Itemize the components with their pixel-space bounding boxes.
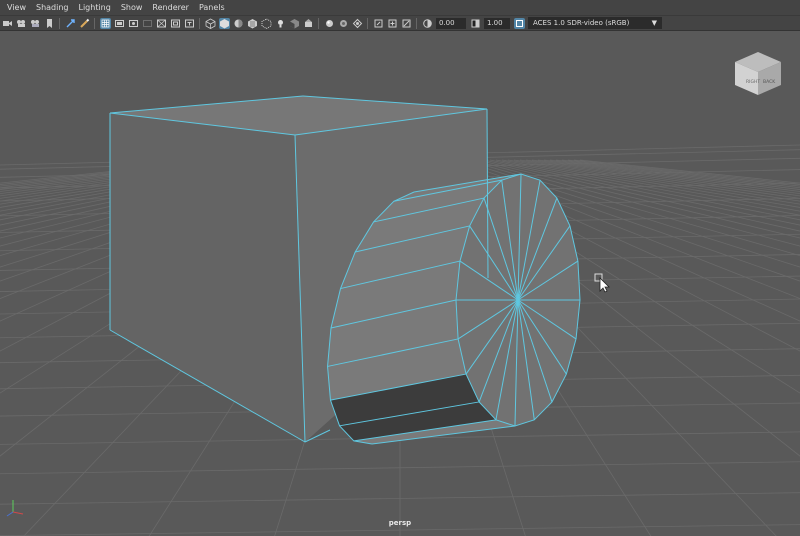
bookmark-camera-icon[interactable]	[30, 18, 41, 29]
toolbar-separator	[199, 17, 200, 29]
exposure-input[interactable]: 0.00	[436, 17, 466, 29]
toolbar-separator	[416, 17, 417, 29]
menu-view[interactable]: View	[0, 3, 31, 12]
toolbar-separator	[367, 17, 368, 29]
ambient-occlusion-icon[interactable]	[303, 18, 314, 29]
xray-active-icon[interactable]	[387, 18, 398, 29]
field-chart-icon[interactable]	[156, 18, 167, 29]
perspective-viewport[interactable]: RIGHT BACK persp	[0, 31, 800, 536]
wireframe-icon[interactable]	[205, 18, 216, 29]
panel-toolbar: 0.00 1.00 ACES 1.0 SDR-video (sRGB) ▼	[0, 15, 800, 31]
grease-pencil-icon[interactable]	[79, 18, 90, 29]
view-transform-icon[interactable]	[513, 17, 525, 29]
menu-bar: View Shading Lighting Show Renderer Pane…	[0, 0, 800, 15]
xray-joints-icon[interactable]	[373, 18, 384, 29]
smooth-shade-icon[interactable]	[218, 17, 230, 29]
anti-aliasing-icon[interactable]	[324, 18, 335, 29]
two-d-pan-zoom-icon[interactable]	[65, 18, 76, 29]
gate-mask-icon[interactable]	[142, 18, 153, 29]
toolbar-separator	[318, 17, 319, 29]
toolbar-separator	[59, 17, 60, 29]
shadows-icon[interactable]	[289, 18, 300, 29]
axis-gizmo-icon	[6, 500, 24, 517]
depth-of-field-icon[interactable]	[338, 18, 349, 29]
chevron-down-icon: ▼	[651, 19, 657, 27]
gamma-input[interactable]: 1.00	[484, 17, 510, 29]
menu-panels[interactable]: Panels	[194, 3, 230, 12]
color-space-dropdown[interactable]: ACES 1.0 SDR-video (sRGB) ▼	[528, 17, 662, 29]
viewcube-back-label: BACK	[763, 79, 776, 85]
safe-action-icon[interactable]	[170, 18, 181, 29]
xray-icon[interactable]	[261, 17, 272, 29]
safe-title-icon[interactable]	[184, 18, 195, 29]
backface-culling-icon[interactable]	[401, 18, 412, 29]
image-plane-icon[interactable]	[44, 18, 55, 29]
isolate-select-icon[interactable]	[352, 18, 363, 29]
textured-icon[interactable]	[247, 18, 258, 29]
menu-renderer[interactable]: Renderer	[147, 3, 194, 12]
scene-canvas[interactable]	[0, 31, 800, 536]
view-cube[interactable]: RIGHT BACK	[733, 50, 783, 96]
grid-icon[interactable]	[99, 17, 111, 29]
camera-name-label: persp	[388, 519, 412, 527]
exposure-icon[interactable]	[422, 18, 433, 29]
film-gate-icon[interactable]	[114, 18, 125, 29]
select-camera-icon[interactable]	[2, 18, 13, 29]
camera-attributes-icon[interactable]	[16, 18, 27, 29]
mouse-cursor-icon	[594, 273, 610, 293]
gamma-icon[interactable]	[470, 18, 481, 29]
menu-show[interactable]: Show	[116, 3, 148, 12]
menu-lighting[interactable]: Lighting	[73, 3, 115, 12]
menu-shading[interactable]: Shading	[31, 3, 74, 12]
toolbar-separator	[94, 17, 95, 29]
color-space-value: ACES 1.0 SDR-video (sRGB)	[533, 19, 630, 27]
resolution-gate-icon[interactable]	[128, 18, 139, 29]
lights-icon[interactable]	[275, 18, 286, 29]
viewcube-right-label: RIGHT	[746, 79, 760, 85]
default-material-icon[interactable]	[233, 18, 244, 29]
